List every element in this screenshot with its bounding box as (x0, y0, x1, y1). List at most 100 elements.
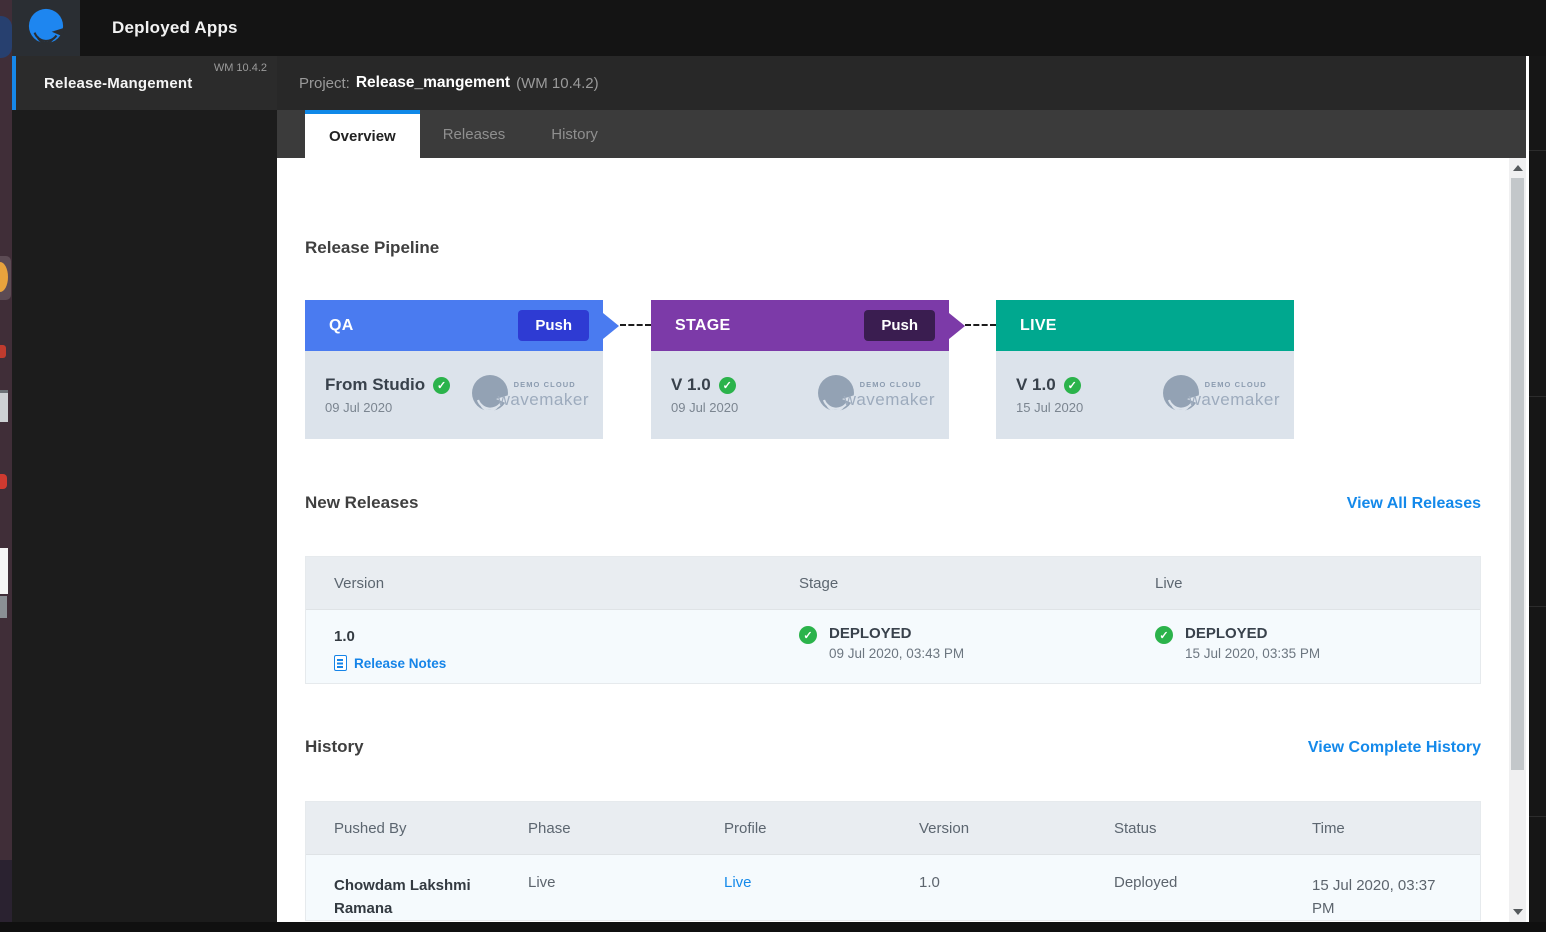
check-circle-icon: ✓ (433, 377, 450, 394)
wavemaker-home-button[interactable] (12, 0, 80, 56)
arrow-right-icon (949, 313, 965, 339)
live-card-header: LIVE (996, 300, 1294, 351)
qa-version: From Studio (325, 375, 425, 395)
wavemaker-label: wavemaker (498, 390, 589, 410)
seam-line (1529, 150, 1546, 151)
stage-status-cell: ✓ DEPLOYED 09 Jul 2020, 03:43 PM (799, 625, 1155, 661)
time-cell: 15 Jul 2020, 03:37 PM (1312, 874, 1462, 921)
pipeline-connector (620, 324, 651, 326)
live-time: 15 Jul 2020, 03:35 PM (1185, 646, 1320, 661)
col-profile: Profile (724, 820, 919, 837)
qa-card-header: QA Push (305, 300, 603, 351)
wavemaker-logo-icon (27, 7, 65, 50)
profile-link[interactable]: Live (724, 874, 919, 891)
stage-time: 09 Jul 2020, 03:43 PM (829, 646, 964, 661)
history-title: History (305, 737, 364, 757)
check-circle-icon: ✓ (1064, 377, 1081, 394)
col-stage: Stage (799, 575, 1155, 592)
top-bar: Deployed Apps (12, 0, 1546, 56)
tab-releases[interactable]: Releases (420, 110, 529, 158)
table-header: Version Stage Live (306, 557, 1480, 609)
sidebar-item-project[interactable]: WM 10.4.2 Release-Mangement (12, 56, 277, 110)
release-notes-link[interactable]: Release Notes (354, 656, 446, 671)
col-time: Time (1312, 820, 1480, 837)
qa-card-body: From Studio ✓ 09 Jul 2020 (305, 351, 603, 439)
stage-status: DEPLOYED (829, 625, 964, 642)
live-date: 15 Jul 2020 (1016, 400, 1083, 415)
taskbar-bottom (0, 860, 12, 922)
stage-version-block: V 1.0 ✓ 09 Jul 2020 (671, 375, 738, 415)
view-all-releases-link[interactable]: View All Releases (1347, 495, 1481, 513)
project-label: Project: (299, 75, 350, 92)
demo-cloud-label: DEMO CLOUD (1205, 380, 1280, 389)
qa-version-block: From Studio ✓ 09 Jul 2020 (325, 375, 450, 415)
taskbar-app-icon[interactable] (0, 596, 7, 618)
project-name: Release_mangement (356, 74, 510, 92)
qa-date: 09 Jul 2020 (325, 400, 450, 415)
wavemaker-label: wavemaker (844, 390, 935, 410)
taskbar-app-icon[interactable] (0, 548, 8, 594)
history-header-row: History View Complete History (305, 737, 1481, 757)
stage-name: STAGE (675, 317, 730, 335)
scroll-up-icon[interactable] (1513, 165, 1523, 171)
demo-cloud-logo: DEMO CLOUD wavemaker (470, 373, 589, 418)
pushed-by-cell: Chowdam Lakshmi Ramana (334, 874, 484, 921)
table-row: 1.0 Release Notes ✓ DEPLOYED 09 Jul 2020… (306, 609, 1480, 683)
version-cell: 1.0 (919, 874, 1114, 891)
release-pipeline: QA Push From Studio ✓ 09 Jul 2020 (305, 300, 1481, 439)
col-live: Live (1155, 575, 1480, 592)
seam-line (1529, 816, 1546, 817)
bottom-window-edge (0, 922, 1546, 932)
taskbar-app-icon[interactable] (0, 16, 12, 58)
view-complete-history-link[interactable]: View Complete History (1308, 739, 1481, 757)
taskbar-app-icon[interactable] (0, 345, 6, 358)
table-header: Pushed By Phase Profile Version Status T… (306, 802, 1480, 854)
pipeline-card-live: LIVE V 1.0 ✓ 15 Jul 2020 (996, 300, 1294, 439)
status-cell: Deployed (1114, 874, 1312, 891)
stage-push-button[interactable]: Push (864, 310, 935, 341)
wavemaker-label: wavemaker (1189, 390, 1280, 410)
scrollbar-thumb[interactable] (1511, 178, 1524, 770)
sidebar-project-version: WM 10.4.2 (214, 62, 267, 74)
live-version-block: V 1.0 ✓ 15 Jul 2020 (1016, 375, 1083, 415)
live-status-cell: ✓ DEPLOYED 15 Jul 2020, 03:35 PM (1155, 625, 1480, 661)
demo-cloud-logo: DEMO CLOUD wavemaker (816, 373, 935, 418)
new-releases-table: Version Stage Live 1.0 Release Notes ✓ D… (305, 556, 1481, 684)
vertical-scrollbar[interactable] (1509, 158, 1526, 922)
version-cell: 1.0 Release Notes (334, 625, 799, 671)
stage-version: V 1.0 (671, 375, 711, 395)
release-version: 1.0 (334, 625, 799, 648)
page-title: Deployed Apps (112, 18, 238, 38)
overview-content: Release Pipeline QA Push From Studio ✓ 0… (277, 158, 1526, 922)
tab-history[interactable]: History (528, 110, 621, 158)
qa-push-button[interactable]: Push (518, 310, 589, 341)
check-circle-icon: ✓ (799, 626, 817, 644)
new-releases-header-row: New Releases View All Releases (305, 493, 1481, 513)
new-releases-title: New Releases (305, 493, 418, 513)
taskbar-app-icon[interactable] (0, 390, 8, 422)
col-pushed-by: Pushed By (334, 820, 528, 837)
col-version: Version (919, 820, 1114, 837)
arrow-right-icon (603, 313, 619, 339)
tab-overview[interactable]: Overview (305, 110, 420, 158)
taskbar-app-icon[interactable] (0, 474, 7, 489)
main-panel: Project: Release_mangement (WM 10.4.2) O… (277, 56, 1526, 922)
demo-cloud-label: DEMO CLOUD (514, 380, 589, 389)
tab-bar: Overview Releases History (277, 110, 1526, 158)
document-icon (334, 655, 347, 671)
scroll-down-icon[interactable] (1513, 909, 1523, 915)
phase-cell: Live (528, 874, 724, 891)
pipeline-card-qa: QA Push From Studio ✓ 09 Jul 2020 (305, 300, 603, 439)
demo-cloud-label: DEMO CLOUD (860, 380, 935, 389)
demo-cloud-logo: DEMO CLOUD wavemaker (1161, 373, 1280, 418)
stage-name: QA (329, 317, 354, 335)
check-circle-icon: ✓ (719, 377, 736, 394)
pipeline-connector (965, 324, 996, 326)
pipeline-section-title: Release Pipeline (305, 238, 439, 258)
col-version: Version (334, 575, 799, 592)
stage-date: 09 Jul 2020 (671, 400, 738, 415)
live-version: V 1.0 (1016, 375, 1056, 395)
live-status: DEPLOYED (1185, 625, 1320, 642)
check-circle-icon: ✓ (1155, 626, 1173, 644)
pipeline-card-stage: STAGE Push V 1.0 ✓ 09 Jul 2020 (651, 300, 949, 439)
